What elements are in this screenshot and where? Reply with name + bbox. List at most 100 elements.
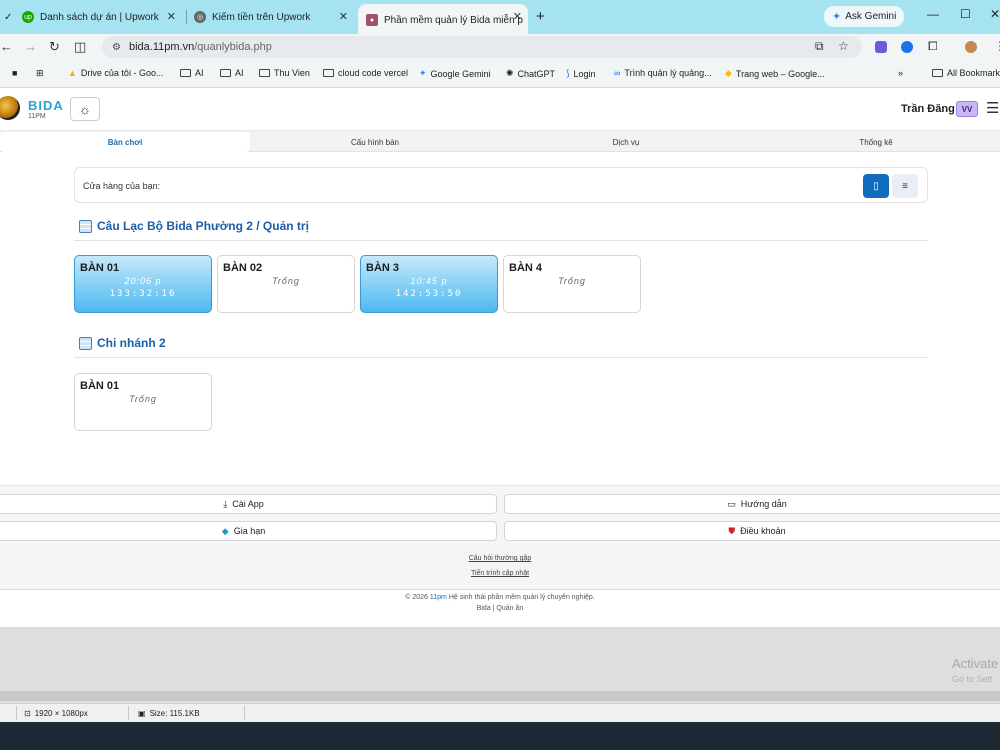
copyright-text: © 2026 11pm Hệ sinh thái phần mềm quản l…: [0, 594, 1000, 601]
bookmark-label: Trình quản lý quảng...: [624, 68, 712, 78]
new-tab-button[interactable]: +: [536, 8, 545, 25]
status-bar: ⊡ 1920 × 1080px ▣ Size: 115.1KB: [0, 703, 1000, 722]
extensions-puzzle-icon[interactable]: ⧠: [928, 39, 938, 54]
close-icon[interactable]: ✕: [339, 10, 348, 23]
reload-icon[interactable]: ↻: [49, 39, 60, 55]
button-label: Hướng dẫn: [740, 499, 787, 509]
close-icon[interactable]: ✕: [167, 10, 176, 23]
tab-title: Phần mềm quản lý Bida miễn p: [384, 14, 523, 26]
bookmark-drive[interactable]: ▲ Drive của tôi - Goo...: [68, 68, 163, 78]
split-view-icon[interactable]: ◫: [74, 39, 86, 55]
tab-title: Kiếm tiền trên Upwork: [212, 11, 311, 23]
button-label: Gia hạn: [233, 526, 266, 536]
folder-icon: [220, 69, 231, 77]
more-menu-icon[interactable]: ⋮: [994, 39, 1000, 53]
site-info-icon[interactable]: ⚙: [112, 42, 121, 53]
maximize-icon[interactable]: ☐: [960, 7, 971, 21]
divider: [74, 357, 928, 358]
table-card-branch2-ban-01[interactable]: BÀN 01 Trống: [74, 373, 212, 431]
tab-thong-ke[interactable]: Thống kê: [752, 132, 1000, 152]
changelog-link[interactable]: Tiến trình cập nhật: [0, 570, 1000, 577]
table-card-ban-01[interactable]: BÀN 01 20:06 p 133:32:16: [74, 255, 212, 313]
table-timer: 142:53:50: [395, 289, 463, 299]
extension-icon[interactable]: [875, 41, 887, 53]
guide-button[interactable]: ▭ Hướng dẫn: [504, 494, 1000, 514]
bookmark-ai-1[interactable]: AI: [180, 68, 204, 78]
user-avatar-badge[interactable]: VV: [956, 101, 978, 117]
bookmark-label: Google Gemini: [430, 68, 491, 79]
mobile-view-button[interactable]: ▯: [863, 174, 889, 198]
web-page: BIDA 11PM ☼ Trần Đăng VV ☰ Bàn chơi Cấu …: [0, 88, 1000, 627]
brand-link[interactable]: 11pm: [430, 594, 447, 601]
faq-link[interactable]: Câu hỏi thường gặp: [0, 555, 1000, 562]
sun-moon-icon: ☼: [79, 101, 91, 117]
meta-icon: ∞: [614, 68, 621, 78]
all-bookmarks[interactable]: All Bookmark: [932, 68, 1000, 78]
bookmark-label: cloud code vercel: [338, 68, 409, 78]
bookmarks-more-button[interactable]: »: [898, 68, 903, 78]
list-icon: ≡: [902, 180, 908, 192]
bookmark-google-gemini[interactable]: ✦ Google Gemini: [419, 68, 491, 79]
windows-activation-sub: Go to Sett: [952, 674, 993, 684]
theme-toggle-button[interactable]: ☼: [70, 97, 100, 121]
file-size-info: ▣ Size: 115.1KB: [138, 709, 200, 718]
folder-icon: [259, 69, 270, 77]
bookmark-login[interactable]: ⟆ Login: [566, 68, 596, 79]
table-card-ban-4[interactable]: BÀN 4 Trống: [503, 255, 641, 313]
install-app-icon[interactable]: ⧉: [815, 39, 824, 54]
logo-icon[interactable]: [0, 96, 20, 120]
horizontal-scrollbar[interactable]: [0, 691, 1000, 701]
store-label: Cửa hàng của bạn:: [83, 181, 161, 191]
close-window-icon[interactable]: ✕: [990, 7, 1000, 21]
bookmark-square-icon[interactable]: ■: [12, 68, 17, 78]
hamburger-menu-icon[interactable]: ☰: [986, 99, 999, 117]
product-links[interactable]: Bida | Quán ăn: [0, 605, 1000, 612]
bookmark-ads-manager[interactable]: ∞ Trình quản lý quảng...: [614, 68, 712, 78]
bookmark-chatgpt[interactable]: ✺ ChatGPT: [506, 68, 555, 79]
minimize-icon[interactable]: —: [927, 7, 939, 21]
ask-gemini-button[interactable]: ✦ Ask Gemini: [824, 6, 905, 27]
extension-icon[interactable]: [901, 41, 913, 53]
tab-search-button[interactable]: ✓: [4, 6, 18, 28]
gemini-label: Ask Gemini: [845, 11, 897, 22]
bookmark-thu-vien[interactable]: Thu Vien: [259, 68, 310, 78]
terms-button[interactable]: ⛊ Điều khoản: [504, 521, 1000, 541]
copyright-bar: © 2026 11pm Hệ sinh thái phần mềm quản l…: [0, 589, 1000, 627]
tab-title: Danh sách dự án | Upwork: [40, 11, 159, 23]
table-name: BÀN 3: [366, 262, 400, 274]
address-bar[interactable]: ⚙ bida.11pm.vn/quanlybida.php: [102, 36, 862, 58]
tab-ban-choi[interactable]: Bàn chơi: [0, 132, 250, 152]
bookmark-google-web[interactable]: ◆ Trang web – Google...: [725, 68, 825, 79]
forward-icon[interactable]: →: [24, 39, 37, 54]
copyright-year: © 2026: [405, 594, 428, 601]
close-icon[interactable]: ✕: [513, 10, 522, 23]
folder-icon: [323, 69, 334, 77]
table-card-ban-3[interactable]: BÀN 3 10:45 p 142:53:50: [360, 255, 498, 313]
browser-tab-upwork-earn[interactable]: ◎ Kiếm tiền trên Upwork ✕: [194, 6, 354, 28]
renew-button[interactable]: ◆ Gia hạn: [0, 521, 497, 541]
apps-grid-icon[interactable]: ⊞: [36, 68, 44, 79]
browser-tab-bida[interactable]: ● Phần mềm quản lý Bida miễn p ✕: [358, 4, 528, 34]
bookmark-label: Thu Vien: [274, 68, 310, 78]
bookmark-ai-2[interactable]: AI: [220, 68, 244, 78]
tab-dich-vu[interactable]: Dịch vụ: [500, 132, 752, 152]
profile-avatar-icon[interactable]: [965, 41, 977, 53]
logo-text[interactable]: BIDA: [28, 98, 64, 113]
list-view-button[interactable]: ≡: [892, 174, 918, 198]
download-icon: ⤓: [223, 498, 228, 509]
browser-tab-upwork-projects[interactable]: up Danh sách dự án | Upwork ✕: [22, 6, 182, 28]
back-icon[interactable]: ←: [0, 39, 13, 54]
table-status: Trống: [558, 276, 586, 286]
bookmark-cloud-code[interactable]: cloud code vercel: [323, 68, 408, 78]
username[interactable]: Trần Đăng: [901, 103, 955, 115]
table-card-ban-02[interactable]: BÀN 02 Trống: [217, 255, 355, 313]
browser-tab-strip: ✓ up Danh sách dự án | Upwork ✕ ◎ Kiếm t…: [0, 0, 1000, 34]
folder-icon: [932, 69, 943, 77]
tab-cau-hinh-ban[interactable]: Cấu hình bàn: [250, 132, 500, 152]
table-grid-icon: [79, 219, 92, 233]
globe-icon: ◎: [194, 11, 206, 23]
install-app-button[interactable]: ⤓ Cài App: [0, 494, 497, 514]
bookmark-star-icon[interactable]: ☆: [838, 39, 849, 53]
url-path: /quanlybida.php: [194, 41, 272, 53]
section-title-branch-2: Chi nhánh 2: [79, 336, 166, 350]
